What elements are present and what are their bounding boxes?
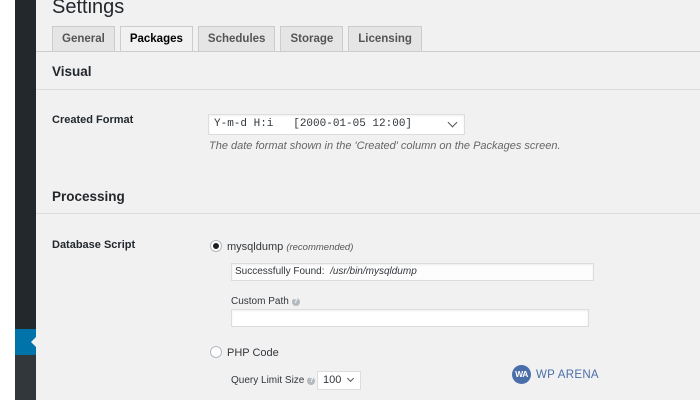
tab-bar: General Packages Schedules Storage Licen…: [52, 26, 422, 52]
query-limit-row: Query Limit Size?: [231, 375, 316, 386]
found-label: Successfully Found:: [235, 266, 325, 277]
created-format-description: The date format shown in the 'Created' c…: [209, 140, 561, 152]
query-limit-label: Query Limit Size: [231, 375, 305, 386]
php-code-label: PHP Code: [227, 347, 279, 359]
custom-path-row: Custom Path?: [231, 296, 300, 307]
wp-arena-watermark: WA WP ARENA: [512, 365, 599, 384]
wp-arena-text: WP ARENA: [536, 368, 599, 381]
visual-heading: Visual: [52, 64, 92, 79]
chevron-down-icon: [346, 374, 355, 383]
mysqldump-recommended-note: (recommended): [286, 242, 354, 253]
query-limit-select[interactable]: 100: [317, 371, 361, 390]
database-script-label: Database Script: [52, 239, 136, 251]
admin-sidebar-active-item[interactable]: [15, 329, 36, 355]
help-icon[interactable]: ?: [291, 298, 300, 306]
chevron-down-icon: [447, 117, 458, 128]
custom-path-input[interactable]: [231, 309, 589, 327]
tab-packages[interactable]: Packages: [119, 26, 193, 52]
tab-licensing[interactable]: Licensing: [348, 26, 422, 51]
page-title: Settings: [52, 0, 125, 18]
tab-bar-divider: [36, 51, 700, 52]
left-edge: [0, 0, 15, 400]
tab-general[interactable]: General: [52, 26, 115, 51]
processing-heading: Processing: [52, 189, 125, 204]
visual-divider: [36, 89, 700, 90]
query-limit-value: 100: [323, 374, 342, 386]
php-code-radio[interactable]: [210, 346, 222, 358]
custom-path-label: Custom Path: [231, 296, 289, 307]
wp-arena-logo: WA: [512, 365, 531, 384]
mysqldump-radio[interactable]: [210, 240, 222, 252]
mysqldump-label: mysqldump: [227, 241, 284, 253]
settings-content: Settings General Packages Schedules Stor…: [36, 0, 700, 400]
created-format-label: Created Format: [52, 114, 134, 126]
processing-divider: [36, 213, 700, 214]
created-format-select[interactable]: Y-m-d H:i [2000-01-05 12:00]: [208, 114, 465, 135]
mysqldump-found-field: Successfully Found: /usr/bin/mysqldump: [231, 263, 594, 281]
created-format-value: Y-m-d H:i [2000-01-05 12:00]: [214, 118, 413, 130]
found-path: /usr/bin/mysqldump: [330, 266, 417, 277]
tab-schedules[interactable]: Schedules: [197, 26, 276, 51]
admin-sidebar-lower-item[interactable]: [15, 355, 36, 400]
mysqldump-option: mysqldump (recommended): [227, 241, 353, 253]
admin-sidebar: [15, 0, 36, 400]
help-icon[interactable]: ?: [307, 377, 316, 385]
tab-storage[interactable]: Storage: [280, 26, 344, 51]
